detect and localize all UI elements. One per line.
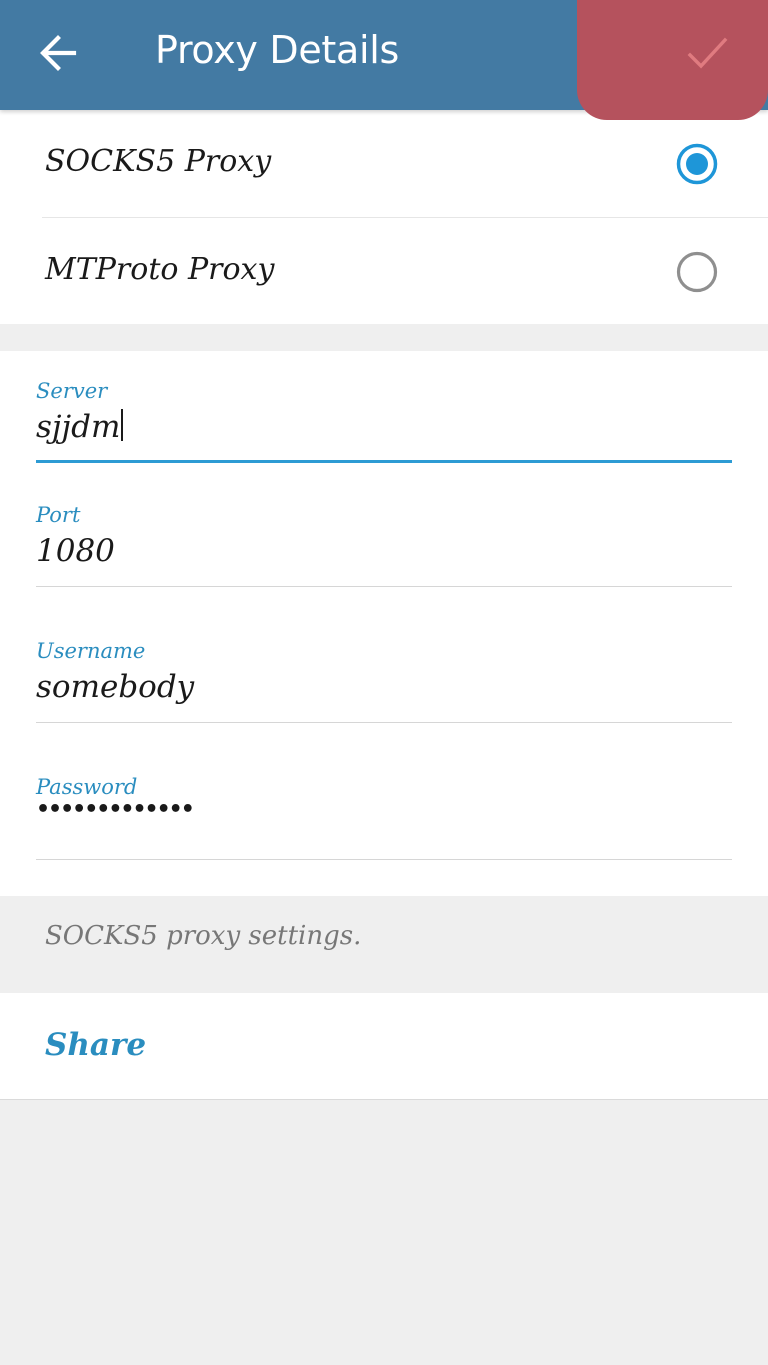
share-button[interactable]: Share — [45, 1027, 146, 1063]
server-underline — [36, 460, 732, 463]
radio-selected-icon[interactable] — [675, 142, 719, 186]
info-text: SOCKS5 proxy settings. — [45, 921, 362, 951]
proxy-type-label: MTProto Proxy — [45, 252, 275, 287]
server-label: Server — [36, 379, 108, 403]
username-underline — [36, 722, 732, 723]
done-button[interactable] — [682, 28, 732, 78]
server-field[interactable]: Server sjjdm — [36, 379, 732, 465]
share-row[interactable]: Share — [0, 993, 768, 1100]
server-value: sjjdm — [36, 409, 121, 445]
port-label: Port — [36, 503, 81, 527]
checkmark-icon — [687, 37, 728, 69]
done-button-highlight — [577, 0, 768, 120]
app-bar: Proxy Details — [0, 0, 768, 120]
username-field[interactable]: Username somebody — [36, 639, 732, 725]
password-label: Password — [36, 775, 138, 799]
password-underline — [36, 859, 732, 860]
password-input[interactable]: ••••••••••••• — [36, 797, 195, 822]
proxy-type-socks5[interactable]: SOCKS5 Proxy — [0, 110, 768, 218]
server-input[interactable]: sjjdm — [36, 409, 124, 445]
page-title: Proxy Details — [155, 28, 400, 72]
password-field[interactable]: Password ••••••••••••• — [36, 775, 732, 861]
port-underline — [36, 586, 732, 587]
proxy-type-list: SOCKS5 Proxy MTProto Proxy — [0, 110, 768, 324]
radio-unselected-icon[interactable] — [675, 250, 719, 294]
proxy-form: Server sjjdm Port 1080 Username somebody… — [0, 351, 768, 896]
port-field[interactable]: Port 1080 — [36, 503, 732, 589]
proxy-type-mtproto[interactable]: MTProto Proxy — [0, 218, 768, 325]
username-label: Username — [36, 639, 146, 663]
proxy-type-label: SOCKS5 Proxy — [45, 144, 272, 179]
arrow-left-icon — [40, 35, 77, 71]
username-input[interactable]: somebody — [36, 669, 194, 705]
port-input[interactable]: 1080 — [36, 533, 115, 569]
back-button[interactable] — [30, 26, 90, 80]
text-cursor — [121, 409, 124, 441]
